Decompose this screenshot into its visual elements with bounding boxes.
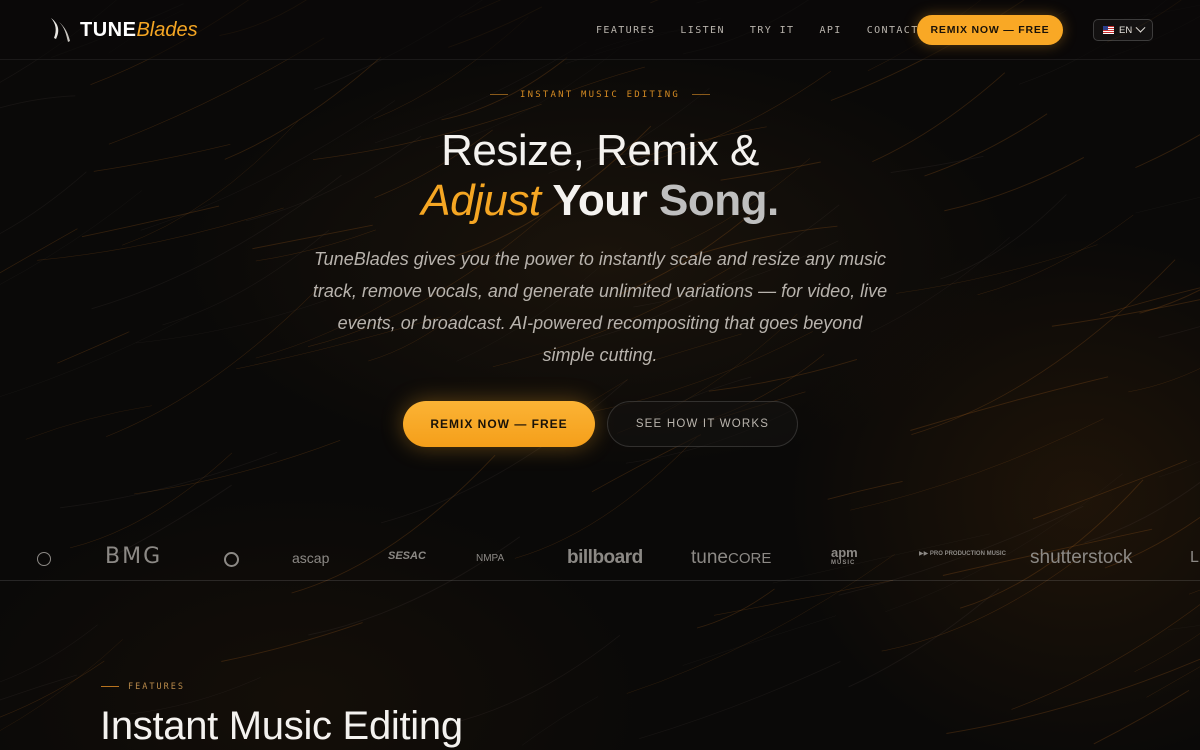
flow-streak-line (0, 228, 78, 274)
tunecore-part-b: CORE (727, 550, 772, 567)
partner-cut-logo: L (1190, 549, 1199, 566)
hero-eyebrow: INSTANT MUSIC EDITING (0, 90, 1200, 100)
flow-lines-decoration (0, 0, 1200, 746)
features-eyebrow: FEATURES (101, 682, 185, 692)
hero-title-line1: Resize, Remix & (441, 126, 759, 175)
eyebrow-line-right (692, 94, 710, 95)
flow-streak-line (57, 331, 130, 364)
flow-streak-line (448, 635, 621, 725)
flow-streak-line (0, 624, 98, 683)
nav-link-try-it[interactable]: TRY IT (750, 25, 795, 36)
flow-streak-line (1146, 666, 1200, 698)
flow-streak-line (827, 480, 903, 500)
flow-streak-line (848, 588, 1000, 688)
flow-streak-line (135, 299, 327, 344)
nav-link-listen[interactable]: LISTEN (680, 25, 725, 36)
partner-ascap-logo: ascap (292, 550, 330, 566)
hero-remix-button[interactable]: REMIX NOW — FREE (403, 401, 595, 447)
language-selector[interactable]: EN (1093, 19, 1153, 41)
nav-link-features[interactable]: FEATURES (596, 25, 655, 36)
flow-streak-line (639, 661, 841, 740)
flow-streak-line (977, 214, 1134, 296)
flow-streak-line (1158, 326, 1200, 339)
us-flag-icon (1103, 26, 1114, 34)
partner-billboard-logo: billboard (567, 547, 643, 568)
partner-logo-strip: BMG ascap SESAC NMPA billboard tuneCORE … (0, 538, 1200, 581)
flow-streak-line (441, 57, 568, 121)
apm-sub: MUSIC (831, 560, 856, 566)
flow-streak-line (696, 588, 775, 629)
partner-tunecore-logo: tuneCORE (691, 547, 771, 569)
flow-streak-line (0, 316, 189, 397)
flow-streak-line (870, 236, 1010, 333)
features-eyebrow-line (101, 686, 119, 687)
hero-title-line2: Adjust Your Song. (0, 175, 1200, 227)
partner-shutterstock-logo: shutterstock (1030, 547, 1133, 568)
hero-title-song: Song. (659, 176, 779, 225)
partner-apm-logo: apm MUSIC (831, 546, 858, 569)
flow-streak-line (682, 615, 837, 666)
flow-streak-line (106, 287, 319, 437)
partner-sesac-logo: SESAC (388, 550, 426, 562)
flow-streak-line (60, 451, 278, 509)
flow-streak-line (946, 658, 1200, 734)
features-eyebrow-text: FEATURES (128, 682, 185, 692)
brand-name-italic: Blades (136, 18, 198, 41)
flow-streak-line (521, 696, 599, 746)
flow-streak-line (1032, 459, 1188, 520)
features-title: Instant Music Editing (100, 704, 463, 748)
see-how-it-works-button[interactable]: SEE HOW IT WORKS (607, 401, 798, 447)
flow-streak-line (1093, 690, 1190, 745)
flow-streak-line (0, 660, 105, 718)
flow-streak-line (1128, 368, 1200, 393)
partner-bmg-logo: BMG (105, 544, 163, 569)
nav-remix-button[interactable]: REMIX NOW — FREE (917, 15, 1063, 45)
top-navbar: TUNE Blades FEATURES LISTEN TRY IT API C… (0, 0, 1200, 60)
flow-streak-line (911, 259, 1176, 435)
flow-streak-line (1051, 299, 1200, 327)
flow-streak-line (162, 230, 330, 326)
nav-link-api[interactable]: API (819, 25, 841, 36)
flow-streak-line (0, 674, 77, 701)
chevron-down-icon (1135, 22, 1146, 33)
flow-streak-line (1084, 481, 1200, 544)
hero-subtitle: TuneBlades gives you the power to instan… (312, 249, 888, 365)
hero-title-your: Your (552, 176, 648, 225)
brand-logo[interactable]: TUNE Blades (48, 16, 198, 44)
partner-nmpa-logo: NMPA (476, 553, 505, 564)
flow-streak-line (1099, 287, 1200, 316)
partner-ppm-logo: ▶▶ PRO PRODUCTION MUSIC (919, 551, 1006, 557)
tunecore-part-a: tune (691, 547, 728, 568)
hero-eyebrow-text: INSTANT MUSIC EDITING (520, 90, 680, 100)
main-nav: FEATURES LISTEN TRY IT API CONTACT (596, 0, 944, 60)
hero-title-adjust: Adjust (421, 176, 541, 225)
flow-streak-line (1158, 460, 1200, 478)
partner-seal-icon (224, 552, 239, 567)
ppm-text: PRO PRODUCTION MUSIC (929, 551, 1006, 557)
flow-streak-line (221, 622, 363, 662)
brand-name-strong: TUNE (80, 18, 137, 41)
language-code: EN (1119, 24, 1133, 36)
flow-streak-line (1134, 633, 1200, 673)
flow-streak-line (70, 452, 233, 549)
nav-link-contact[interactable]: CONTACT (867, 25, 919, 36)
flow-streak-line (850, 418, 1104, 511)
flow-streak-line (25, 405, 152, 440)
eyebrow-line-left (490, 94, 508, 95)
blade-logo-icon (51, 18, 70, 42)
flow-streak-line (910, 376, 1109, 431)
partner-emblem-icon (37, 552, 51, 566)
